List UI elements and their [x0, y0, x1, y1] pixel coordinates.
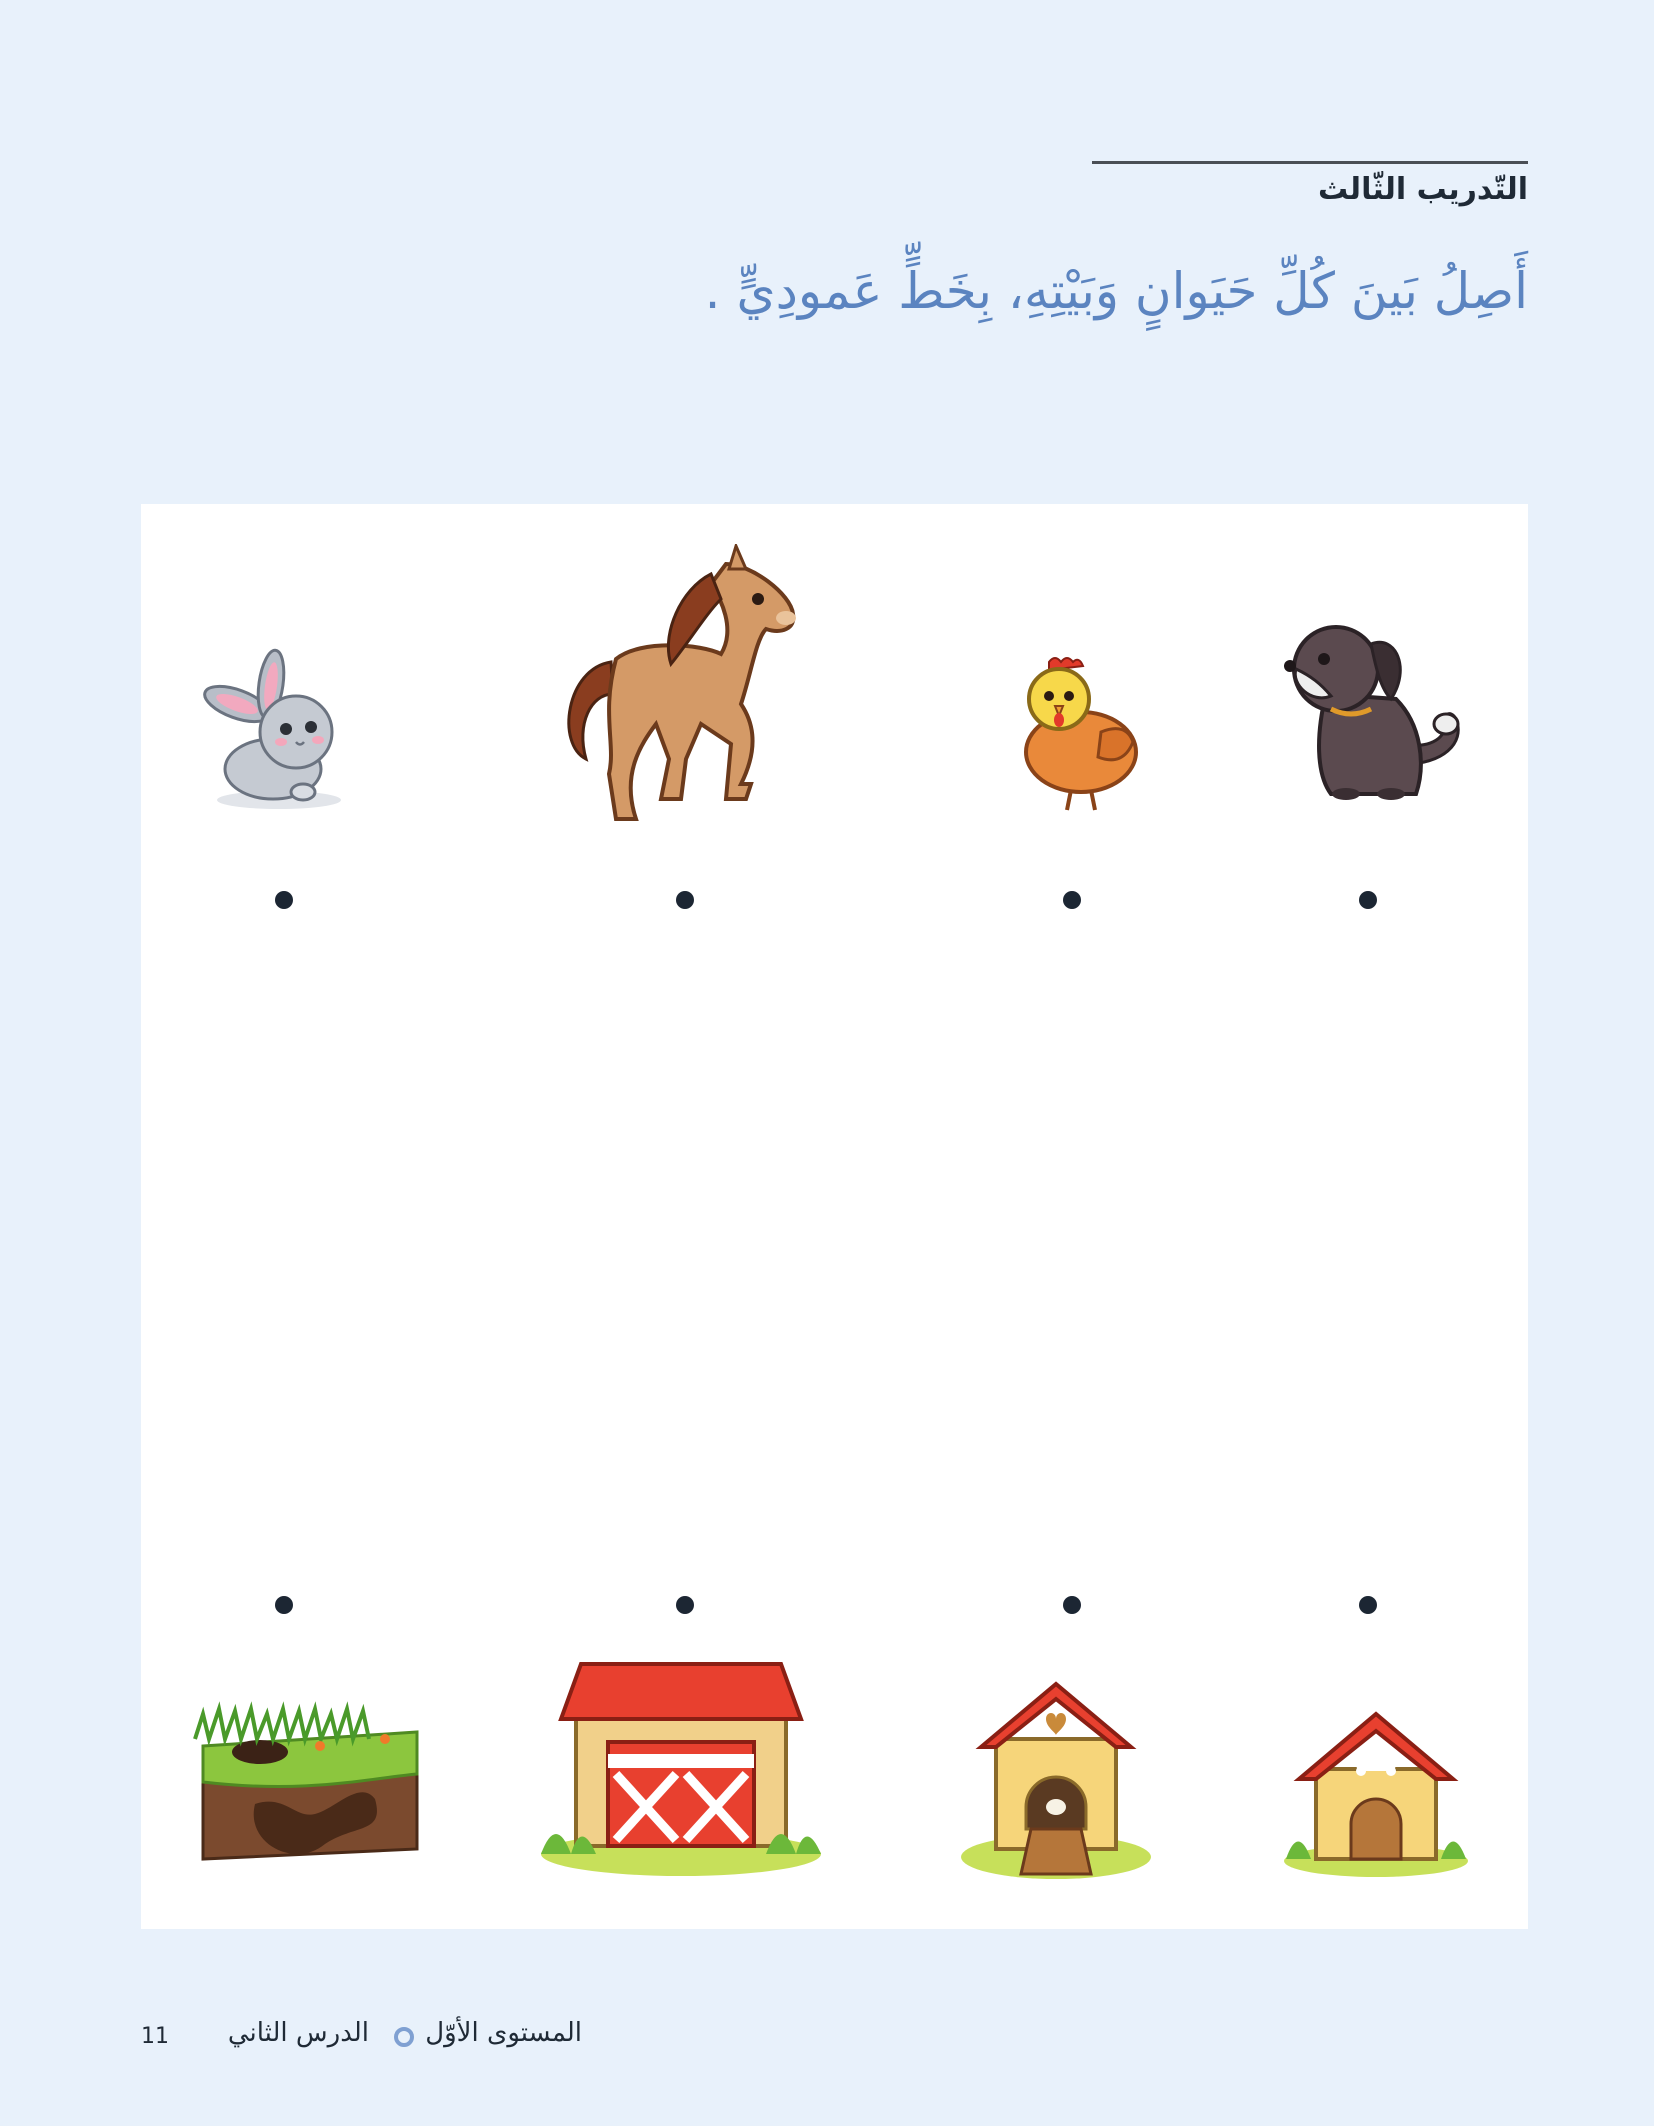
match-dot-bottom-3[interactable]	[1063, 1596, 1081, 1614]
exercise-instruction: أَصِلُ بَينَ كُلِّ حَيَوانٍ وَبَيْتِهِ، …	[704, 262, 1528, 320]
burrow-icon	[193, 1701, 419, 1861]
chicken-icon	[1024, 657, 1138, 811]
match-dot-top-4[interactable]	[1359, 891, 1377, 909]
horse-icon	[567, 544, 796, 821]
matching-panel	[141, 504, 1528, 1929]
exercise-title: التّدريب الثّالث	[1318, 172, 1528, 207]
barn-icon	[541, 1662, 821, 1876]
match-dot-top-1[interactable]	[275, 891, 293, 909]
footer-level: المستوى الأوّل	[425, 2018, 582, 2048]
rabbit-icon	[203, 648, 341, 809]
match-dot-bottom-2[interactable]	[676, 1596, 694, 1614]
match-dot-top-3[interactable]	[1063, 891, 1081, 909]
dog-house-icon	[1284, 1711, 1468, 1877]
match-dot-bottom-1[interactable]	[275, 1596, 293, 1614]
header-rule	[1092, 161, 1528, 164]
page-number: 11	[141, 2024, 169, 2049]
match-dot-bottom-4[interactable]	[1359, 1596, 1377, 1614]
footer-lesson: الدرس الثاني	[227, 2018, 369, 2048]
chicken-coop-icon	[961, 1681, 1151, 1879]
dog-icon	[1284, 625, 1460, 800]
footer-separator-icon	[394, 2027, 414, 2047]
match-dot-top-2[interactable]	[676, 891, 694, 909]
